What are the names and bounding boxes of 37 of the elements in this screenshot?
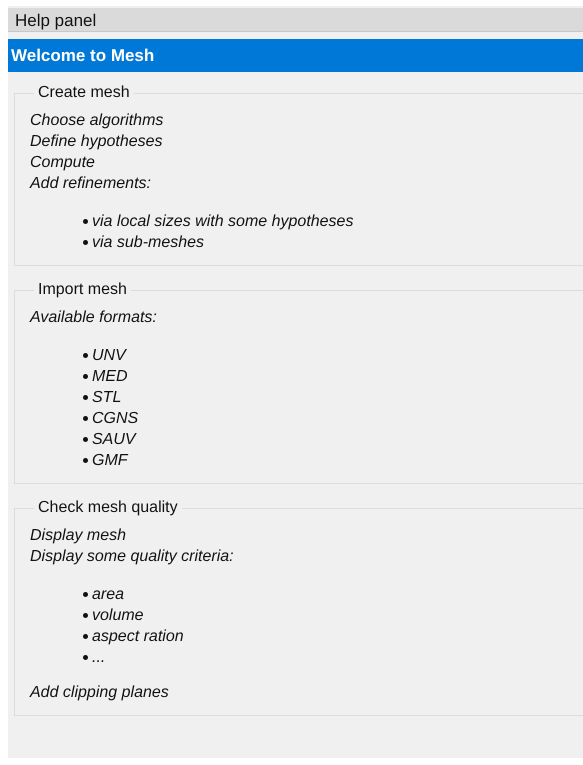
bullet-icon [83, 634, 88, 639]
bullet-icon [83, 437, 88, 442]
help-text: Define hypotheses [30, 132, 164, 152]
list-item: via sub-meshes [92, 233, 204, 253]
bullet-icon [83, 655, 88, 660]
list-item: CGNS [92, 409, 138, 429]
group-title: Check mesh quality [37, 499, 179, 517]
group-title: Import mesh [37, 281, 128, 299]
list-item: SAUV [92, 430, 136, 450]
panel-title: Help panel [8, 8, 583, 32]
bullet-icon [83, 219, 88, 224]
list-item: STL [92, 388, 122, 408]
bullet-icon [83, 240, 88, 245]
help-text: Add clipping planes [30, 683, 170, 703]
help-text: Available formats: [30, 308, 158, 328]
help-text: Compute [30, 153, 96, 173]
bullet-icon [83, 592, 88, 597]
help-text: Display mesh [30, 526, 128, 546]
list-item: GMF [92, 451, 128, 471]
bullet-icon [83, 353, 88, 358]
list-item: MED [92, 367, 128, 387]
help-text: Add refinements: [30, 174, 152, 194]
bullet-icon [83, 458, 88, 463]
group-title: Create mesh [37, 84, 131, 102]
bullet-icon [83, 416, 88, 421]
list-item: aspect ration [92, 627, 184, 647]
list-item: area [92, 585, 124, 605]
list-item: UNV [92, 346, 126, 366]
bullet-icon [83, 395, 88, 400]
list-item: via local sizes with some hypotheses [92, 212, 354, 232]
help-text: Choose algorithms [30, 111, 164, 131]
bullet-icon [83, 374, 88, 379]
list-item: ... [92, 648, 106, 668]
welcome-banner: Welcome to Mesh [8, 39, 583, 72]
help-text: Display some quality criteria: [30, 547, 235, 567]
list-item: volume [92, 606, 144, 626]
bullet-icon [83, 613, 88, 618]
